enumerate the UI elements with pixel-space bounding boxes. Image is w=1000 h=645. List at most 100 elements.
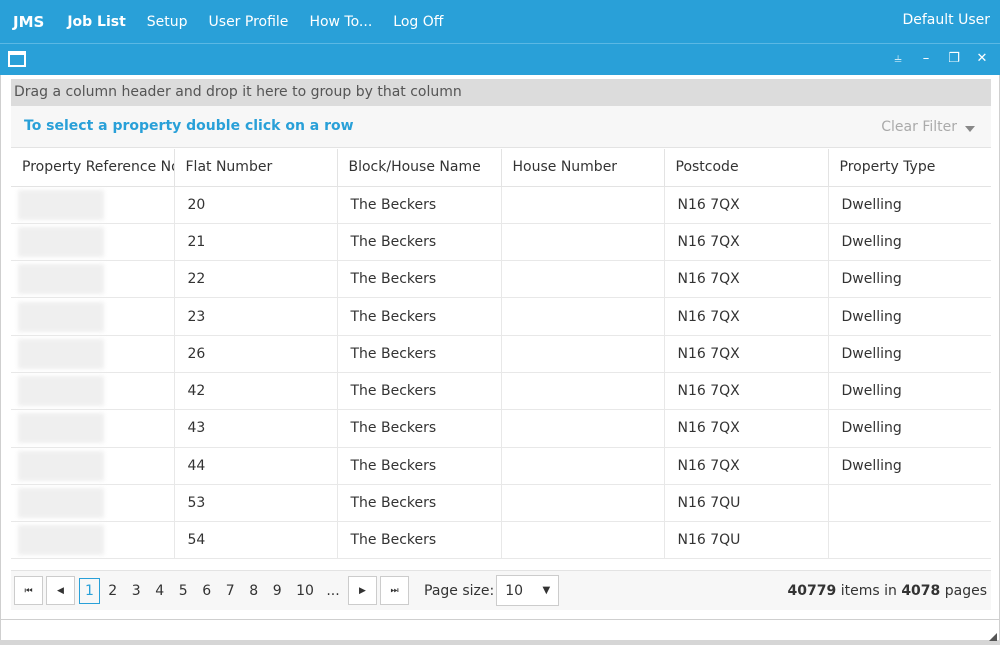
col-header-house-number[interactable]: House Number [501,149,665,187]
block-name-cell: The Beckers [337,521,502,560]
table-row[interactable]: 20 The Beckers N16 7QX Dwelling [11,186,991,224]
nav-user-profile[interactable]: User Profile [209,14,289,30]
table-row[interactable]: 44 The Beckers N16 7QX Dwelling [11,447,991,485]
table-row[interactable]: 54 The Beckers N16 7QU [11,521,991,560]
table-row[interactable]: 42 The Beckers N16 7QX Dwelling [11,372,991,411]
bottom-scroll-area [0,640,1000,645]
property-type-cell: Dwelling [828,409,991,448]
filter-icon [965,126,975,132]
page-6-button[interactable]: 6 [195,583,219,599]
total-items: 40779 [787,583,837,599]
property-reference-cell [11,521,175,560]
redacted-value [18,338,104,369]
redacted-value [18,189,104,220]
nav-how-to[interactable]: How To... [309,14,372,30]
block-name-cell: The Beckers [337,223,502,262]
nav-log-off[interactable]: Log Off [393,14,443,30]
close-icon[interactable]: ✕ [974,51,990,67]
table-row[interactable]: 22 The Beckers N16 7QX Dwelling [11,260,991,299]
house-number-cell [501,484,665,523]
page-2-button[interactable]: 2 [101,583,125,599]
restore-icon[interactable]: ❐ [946,51,962,67]
block-name-cell: The Beckers [337,186,502,224]
property-reference-cell [11,297,175,336]
table-row[interactable]: 23 The Beckers N16 7QX Dwelling [11,297,991,336]
page-4-button[interactable]: 4 [148,583,172,599]
page-size-value: 10 [505,582,524,599]
flat-number-cell: 43 [174,409,338,448]
page-7-button[interactable]: 7 [219,583,243,599]
col-header-property-reference[interactable]: Property Reference No [11,149,175,187]
col-header-block-house-name[interactable]: Block/House Name [337,149,502,187]
page-1-button[interactable]: 1 [79,577,100,604]
nav-job-list[interactable]: Job List [67,14,125,30]
block-name-cell: The Beckers [337,409,502,448]
table-row[interactable]: 21 The Beckers N16 7QX Dwelling [11,223,991,262]
selection-instruction: To select a property double click on a r… [24,118,354,134]
property-type-cell: Dwelling [828,335,991,373]
grid-toolbar: To select a property double click on a r… [11,106,991,148]
resize-handle-icon[interactable] [989,633,997,641]
property-reference-cell [11,223,175,262]
total-pages: 4078 [901,583,941,599]
postcode-cell: N16 7QU [664,484,829,523]
grid-header-row: Property Reference No Flat Number Block/… [11,149,991,187]
flat-number-cell: 42 [174,372,338,411]
nav-setup[interactable]: Setup [147,14,188,30]
postcode-cell: N16 7QU [664,521,829,560]
pin-icon[interactable]: ⫨ [890,51,906,67]
postcode-cell: N16 7QX [664,409,829,448]
page-size-label: Page size: [424,582,495,599]
postcode-cell: N16 7QX [664,372,829,411]
redacted-value [18,301,104,332]
house-number-cell [501,223,665,262]
current-user[interactable]: Default User [902,12,990,28]
flat-number-cell: 54 [174,521,338,560]
clear-filter-label: Clear Filter [881,119,957,135]
postcode-cell: N16 7QX [664,260,829,299]
more-pages-button[interactable]: ... [321,583,345,599]
table-row[interactable]: 26 The Beckers N16 7QX Dwelling [11,335,991,373]
redacted-value [18,376,104,407]
property-reference-cell [11,447,175,485]
flat-number-cell: 53 [174,484,338,523]
table-row[interactable]: 53 The Beckers N16 7QU [11,484,991,523]
house-number-cell [501,521,665,560]
property-reference-cell [11,186,175,224]
house-number-cell [501,335,665,373]
redacted-value [18,413,104,444]
house-number-cell [501,297,665,336]
window-bottom-border [0,619,1000,620]
clear-filter-button[interactable]: Clear Filter [881,119,975,135]
previous-page-button[interactable]: ◀ [46,576,75,605]
next-page-button[interactable]: ▶ [348,576,377,605]
property-type-cell: Dwelling [828,372,991,411]
postcode-cell: N16 7QX [664,223,829,262]
property-type-cell [828,521,991,560]
property-type-cell: Dwelling [828,260,991,299]
col-header-postcode[interactable]: Postcode [664,149,829,187]
block-name-cell: The Beckers [337,260,502,299]
page-5-button[interactable]: 5 [172,583,196,599]
house-number-cell [501,409,665,448]
group-drop-area[interactable]: Drag a column header and drop it here to… [11,79,991,106]
page-9-button[interactable]: 9 [266,583,290,599]
page-3-button[interactable]: 3 [125,583,149,599]
table-row[interactable]: 43 The Beckers N16 7QX Dwelling [11,409,991,448]
col-header-property-type[interactable]: Property Type [828,149,991,187]
app-brand[interactable]: JMS [13,13,44,31]
property-reference-cell [11,409,175,448]
last-page-button[interactable]: ⏭ [380,576,409,605]
page-8-button[interactable]: 8 [242,583,266,599]
property-reference-cell [11,260,175,299]
pages-label: pages [944,583,987,599]
first-page-button[interactable]: ⏮ [14,576,43,605]
window-controls: ⫨ – ❐ ✕ [890,51,990,67]
redacted-value [18,450,104,481]
page-size-select[interactable]: 10 ▼ [496,575,560,606]
property-type-cell: Dwelling [828,186,991,224]
block-name-cell: The Beckers [337,372,502,411]
page-10-button[interactable]: 10 [289,583,321,599]
col-header-flat-number[interactable]: Flat Number [174,149,338,187]
minimize-icon[interactable]: – [918,51,934,67]
